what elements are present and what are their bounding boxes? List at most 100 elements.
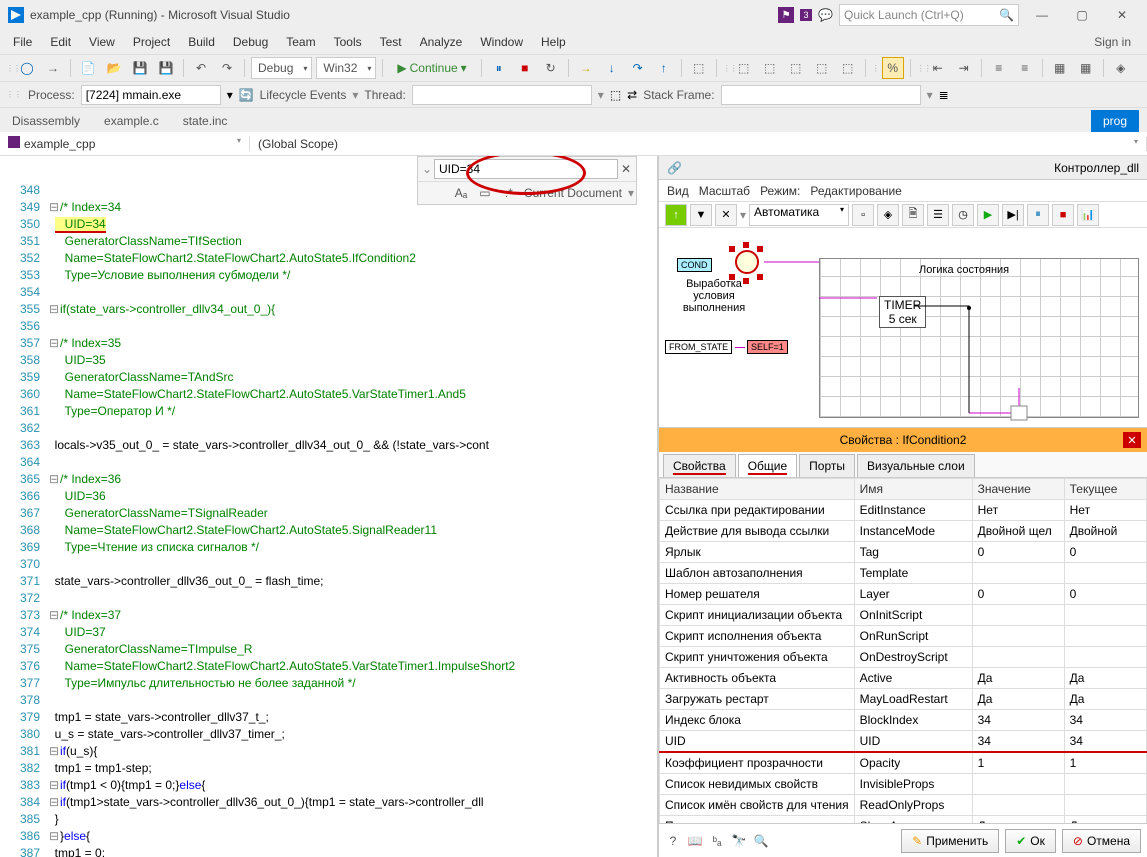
prop-row[interactable]: Ссылка при редактированииEditInstanceНет… (660, 500, 1147, 521)
tool-4[interactable]: ☰ (927, 204, 949, 226)
misc-1[interactable]: ⬚ (733, 57, 755, 79)
bookmark-button[interactable]: ◈ (1110, 57, 1132, 79)
play-icon[interactable]: ▶ (977, 204, 999, 226)
match-word-icon[interactable]: ▭ (476, 184, 494, 202)
tab-disassembly[interactable]: Disassembly (0, 110, 92, 132)
config-dropdown[interactable]: Debug (251, 57, 312, 79)
feedback-icon[interactable]: 💬 (818, 8, 833, 22)
tools-icon[interactable]: ✕ (715, 204, 737, 226)
step-into-button[interactable]: ↓ (601, 57, 623, 79)
prop-row[interactable]: Номер решателяLayer00 (660, 584, 1147, 605)
fromstate-node[interactable]: FROM_STATE (665, 340, 732, 354)
timer-node[interactable]: TIMER 5 сек (879, 296, 926, 328)
notification-count[interactable]: 3 (800, 9, 812, 21)
maximize-button[interactable]: ▢ (1065, 4, 1099, 26)
automation-combo[interactable]: Автоматика (749, 204, 849, 226)
prop-row[interactable]: Активность объектаActiveДаДа (660, 668, 1147, 689)
pause-icon[interactable]: ⏸ (1027, 204, 1049, 226)
apply-button[interactable]: ✎Применить (901, 829, 999, 853)
cancel-button[interactable]: ⊘Отмена (1062, 829, 1141, 853)
step-icon[interactable]: ▶| (1002, 204, 1024, 226)
menu-window[interactable]: Window (471, 32, 532, 52)
menu-scale-r[interactable]: Масштаб (699, 184, 750, 198)
tool-5[interactable]: ◷ (952, 204, 974, 226)
save-button[interactable]: 💾 (129, 57, 151, 79)
step-out-button[interactable]: ↑ (653, 57, 675, 79)
align-1[interactable]: ≡ (988, 57, 1010, 79)
prop-row[interactable]: Показывать стрелки портовShowArrowsДаДа (660, 816, 1147, 824)
nav-forward-button[interactable]: → (42, 57, 64, 79)
uncomment-button[interactable]: ▦ (1075, 57, 1097, 79)
hex-button[interactable]: ⬚ (688, 57, 710, 79)
state-diagram[interactable]: Выработка условия выполнения COND FROM_S… (659, 228, 1147, 428)
find-scope[interactable]: Current Document (524, 186, 622, 200)
col-value[interactable]: Значение (972, 479, 1064, 500)
misc-2[interactable]: ⬚ (759, 57, 781, 79)
lifecycle-label[interactable]: Lifecycle Events (260, 88, 347, 102)
menu-file[interactable]: File (4, 32, 41, 52)
nav-back-button[interactable]: ◯ (16, 57, 38, 79)
indent-right-button[interactable]: ⇥ (953, 57, 975, 79)
col-name[interactable]: Название (660, 479, 855, 500)
prop-row[interactable]: Загружать рестартMayLoadRestartДаДа (660, 689, 1147, 710)
prop-tab-layers[interactable]: Визуальные слои (857, 454, 975, 477)
stack-icon[interactable]: ≣ (939, 88, 949, 102)
ok-button[interactable]: ✔Ок (1005, 829, 1056, 853)
platform-dropdown[interactable]: Win32 (316, 57, 376, 79)
quick-launch-input[interactable]: Quick Launch (Ctrl+Q) 🔍 (839, 4, 1019, 26)
close-button[interactable]: ✕ (1105, 4, 1139, 26)
swap-icon[interactable]: ⇄ (627, 88, 637, 102)
misc-3[interactable]: ⬚ (785, 57, 807, 79)
notification-flag-icon[interactable]: ⚑ (778, 7, 794, 23)
prop-row[interactable]: Список имён свойств для чтенияReadOnlyPr… (660, 795, 1147, 816)
col-field[interactable]: Имя (854, 479, 972, 500)
book-icon[interactable]: 📖 (687, 833, 703, 849)
help-icon[interactable]: ? (665, 833, 681, 849)
if-node[interactable] (735, 250, 759, 274)
menu-analyze[interactable]: Analyze (411, 32, 472, 52)
misc-4[interactable]: ⬚ (811, 57, 833, 79)
menu-project[interactable]: Project (124, 32, 179, 52)
sign-in-link[interactable]: Sign in (1094, 35, 1143, 49)
menu-view-r[interactable]: Вид (667, 184, 689, 198)
prop-row[interactable]: ЯрлыкTag00 (660, 542, 1147, 563)
properties-close-button[interactable]: ✕ (1123, 432, 1141, 448)
prop-row[interactable]: Скрипт инициализации объектаOnInitScript (660, 605, 1147, 626)
tab-example-c[interactable]: example.c (92, 110, 171, 132)
col-current[interactable]: Текущее (1064, 479, 1146, 500)
up-arrow-icon[interactable]: ↑ (665, 204, 687, 226)
highlight-button[interactable]: % (882, 57, 904, 79)
menu-help[interactable]: Help (532, 32, 575, 52)
tool-2[interactable]: ◈ (877, 204, 899, 226)
redo-button[interactable]: ↷ (216, 57, 238, 79)
stop-icon[interactable]: ■ (1052, 204, 1074, 226)
restart-button[interactable]: ↻ (540, 57, 562, 79)
prop-row[interactable]: Коэффициент прозрачностиOpacity11 (660, 752, 1147, 774)
menu-team[interactable]: Team (277, 32, 324, 52)
indent-left-button[interactable]: ⇤ (927, 57, 949, 79)
prop-tab-general[interactable]: Общие (738, 454, 797, 477)
text-icon[interactable]: ᵇₐ (709, 833, 725, 849)
save-all-button[interactable]: 💾 (155, 57, 177, 79)
prop-tab-props[interactable]: Свойства (663, 454, 736, 477)
cond-node[interactable]: COND (677, 258, 712, 272)
undo-button[interactable]: ↶ (190, 57, 212, 79)
minimize-button[interactable]: — (1025, 4, 1059, 26)
prop-row[interactable]: Действие для вывода ссылкиInstanceModeДв… (660, 521, 1147, 542)
open-file-button[interactable]: 📂 (103, 57, 125, 79)
regex-icon[interactable]: .* (500, 184, 518, 202)
thread-icon[interactable]: ⬚ (610, 88, 621, 102)
process-dropdown[interactable] (81, 85, 221, 105)
scope-combo[interactable]: (Global Scope) (250, 137, 1147, 151)
binoculars-icon[interactable]: 🔭 (731, 833, 747, 849)
menu-tools[interactable]: Tools (325, 32, 371, 52)
find-input[interactable] (434, 159, 618, 179)
code-body[interactable]: ⊟/* Index=34 UID=34 GeneratorClassName=T… (48, 156, 657, 857)
align-2[interactable]: ≡ (1014, 57, 1036, 79)
stop-button[interactable]: ■ (514, 57, 536, 79)
menu-edit[interactable]: Edit (41, 32, 80, 52)
search-icon-2[interactable]: 🔍 (753, 833, 769, 849)
prop-row[interactable]: Скрипт исполнения объектаOnRunScript (660, 626, 1147, 647)
break-all-button[interactable]: ⏸ (488, 57, 510, 79)
menu-build[interactable]: Build (179, 32, 224, 52)
